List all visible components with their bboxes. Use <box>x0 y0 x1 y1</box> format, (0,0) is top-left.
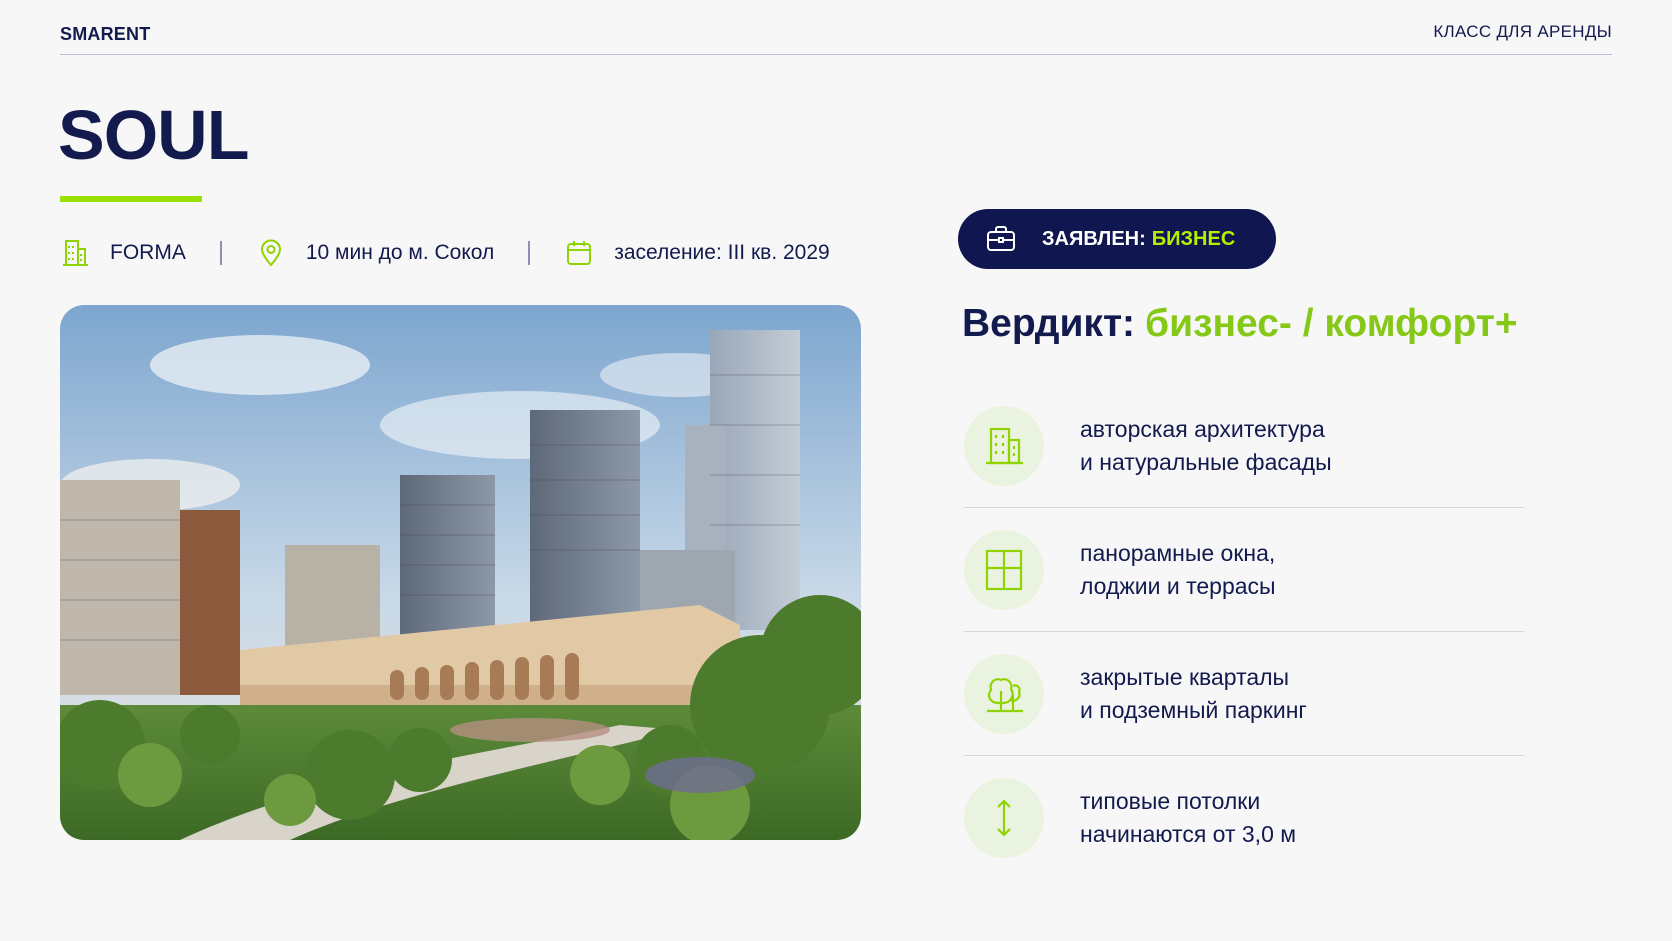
top-divider <box>60 54 1612 55</box>
feature-line: панорамные окна, <box>1080 539 1276 566</box>
feature-item: типовые потолки начинаются от 3,0 м <box>964 756 1524 880</box>
metro-meta: 10 мин до м. Сокол <box>256 238 494 268</box>
feature-line: авторская архитектура <box>1080 415 1325 442</box>
meta-separator <box>528 241 531 265</box>
class-label: КЛАСС ДЛЯ АРЕНДЫ <box>1433 22 1612 41</box>
feature-text: типовые потолки начинаются от 3,0 м <box>1080 785 1296 851</box>
feature-text: закрытые кварталы и подземный паркинг <box>1080 661 1307 727</box>
project-title: SOUL <box>58 96 249 174</box>
building-icon <box>63 240 88 266</box>
feature-line: лоджии и террасы <box>1080 572 1276 599</box>
feature-text: авторская архитектура и натуральные фаса… <box>1080 413 1332 479</box>
badge-prefix: ЗАЯВЛЕН: <box>1042 227 1146 250</box>
feature-line: начинаются от 3,0 м <box>1080 821 1297 847</box>
briefcase-icon <box>987 226 1015 251</box>
feature-line: закрытые кварталы <box>1080 663 1290 690</box>
feature-line: типовые потолки <box>1080 788 1261 814</box>
feature-line: и подземный паркинг <box>1080 696 1307 723</box>
project-photo <box>60 305 861 840</box>
window-icon <box>985 549 1023 590</box>
developer-meta: FORMA <box>60 238 186 268</box>
feature-item: закрытые кварталы и подземный паркинг <box>964 632 1524 756</box>
trees-icon <box>987 677 1023 712</box>
meta-separator <box>219 241 222 265</box>
verdict-heading: Вердикт: бизнес- / комфорт+ <box>962 302 1518 346</box>
location-pin-icon <box>260 239 281 267</box>
feature-item: панорамные окна, лоджии и террасы <box>964 508 1524 632</box>
building-icon <box>986 427 1023 464</box>
brand-logo: SMARENT <box>60 24 151 44</box>
feature-icon-circle <box>964 405 1044 486</box>
badge-value: БИЗНЕС <box>1151 227 1236 250</box>
feature-icon-circle <box>964 529 1044 610</box>
metro-distance: 10 мин до м. Сокол <box>305 241 495 264</box>
features-list: авторская архитектура и натуральные фаса… <box>964 384 1524 880</box>
title-accent-bar <box>60 196 202 202</box>
calendar-icon <box>567 241 592 265</box>
developer-name: FORMA <box>110 241 186 264</box>
move-in-date: заселение: III кв. 2029 <box>614 241 830 264</box>
feature-line: и натуральные фасады <box>1080 448 1332 475</box>
verdict-label: Вердикт: <box>962 302 1136 345</box>
feature-icon-circle <box>964 653 1044 734</box>
verdict-value: бизнес- / комфорт+ <box>1145 302 1518 345</box>
project-meta-row: FORMA 10 мин до м. Сокол заселение: III … <box>60 236 830 270</box>
height-arrow-icon <box>997 799 1011 837</box>
feature-text: панорамные окна, лоджии и террасы <box>1080 537 1276 603</box>
feature-item: авторская архитектура и натуральные фаса… <box>964 384 1524 508</box>
move-in-meta: заселение: III кв. 2029 <box>564 238 830 268</box>
feature-icon-circle <box>964 778 1044 858</box>
building-rendering-image <box>60 305 861 840</box>
declared-class-badge: ЗАЯВЛЕН: БИЗНЕС <box>958 209 1276 269</box>
